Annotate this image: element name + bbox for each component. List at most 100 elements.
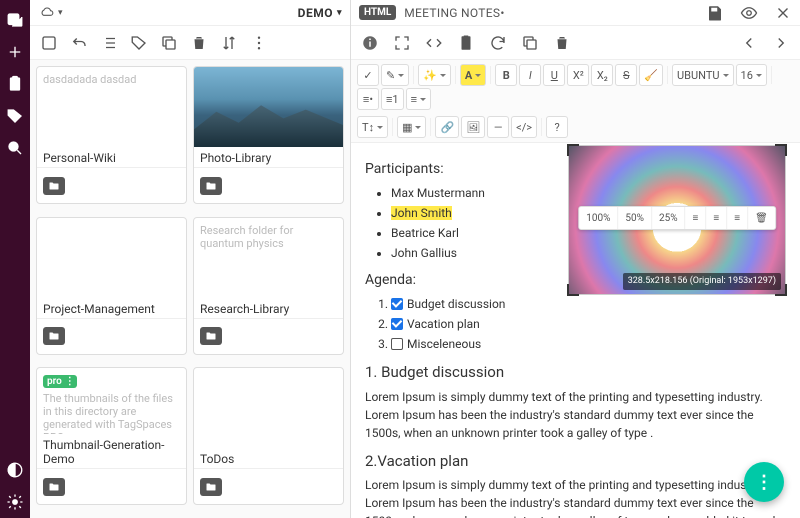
back-icon[interactable] (70, 34, 88, 52)
folder-card[interactable]: Research folder for quantum physics Rese… (193, 217, 344, 355)
card-title: Photo-Library (194, 147, 343, 167)
embedded-image[interactable]: 100% 50% 25% ≡ ≡ ≡ 🗑 328.5x218.156 (Orig… (568, 145, 786, 295)
align-dropdown[interactable]: ≡ (406, 88, 431, 110)
search-icon[interactable] (3, 136, 27, 160)
ol-button[interactable]: ≡1 (381, 88, 404, 110)
cloud-dropdown[interactable]: ▾ (38, 6, 63, 20)
image-button[interactable]: 🖼 (461, 116, 485, 138)
paste-icon[interactable] (457, 34, 475, 52)
doc-title: MEETING NOTES• (404, 6, 504, 20)
file-list-pane: ▾ DEMO▾ dasdadada dasdad Personal-Wiki P… (30, 0, 351, 518)
zoom-25[interactable]: 25% (652, 207, 686, 229)
pro-badge: pro⋮ (43, 375, 77, 388)
folder-card[interactable]: pro⋮ The thumbnails of the files in this … (36, 367, 187, 505)
folder-icon (43, 177, 65, 195)
file-grid: dasdadada dasdad Personal-Wiki Photo-Lib… (30, 60, 350, 518)
folder-icon (43, 478, 65, 496)
editor-pane: HTML MEETING NOTES• ✓ ✎ ✨ A B I U X² X₂ … (351, 0, 800, 518)
sort-icon[interactable] (220, 34, 238, 52)
text-dropdown[interactable]: T↕ (357, 116, 388, 138)
bold-button[interactable]: B (495, 64, 517, 86)
magic-dropdown[interactable]: ✨ (418, 64, 451, 86)
codeblock-button[interactable]: </> (511, 116, 537, 138)
theme-icon[interactable] (3, 458, 27, 482)
clipboard-icon[interactable] (3, 72, 27, 96)
file-toolbar (30, 26, 350, 60)
list-item: Misceleneous (391, 335, 786, 353)
ul-button[interactable]: ≡• (357, 88, 379, 110)
checkbox-icon[interactable] (391, 318, 403, 330)
folder-card[interactable]: Project-Management (36, 217, 187, 355)
doc-toolbar (351, 26, 800, 60)
font-dropdown[interactable]: UBUNTU (672, 64, 734, 86)
card-title: Thumbnail-Generation-Demo (37, 434, 186, 468)
doc-header: HTML MEETING NOTES• (351, 0, 800, 26)
folder-card[interactable]: Photo-Library (193, 66, 344, 204)
italic-button[interactable]: I (519, 64, 541, 86)
preview-icon[interactable] (740, 4, 758, 22)
save-icon[interactable] (706, 4, 724, 22)
style-dropdown[interactable]: ✎ (381, 64, 409, 86)
folder-icon (43, 327, 65, 345)
highlight-button[interactable]: A (460, 64, 486, 86)
copy-doc-icon[interactable] (521, 34, 539, 52)
filetype-badge: HTML (359, 5, 396, 20)
folder-card[interactable]: ToDos (193, 367, 344, 505)
fab-menu-button[interactable]: ⋮ (744, 462, 784, 502)
subscript-button[interactable]: X₂ (591, 64, 613, 86)
section-heading: 1. Budget discussion (365, 361, 786, 384)
fullscreen-icon[interactable] (393, 34, 411, 52)
prev-icon[interactable] (740, 34, 758, 52)
folder-card[interactable]: dasdadada dasdad Personal-Wiki (36, 66, 187, 204)
link-button[interactable]: 🔗 (435, 116, 459, 138)
help-button[interactable]: ? (546, 116, 568, 138)
remove-image-button[interactable]: 🗑 (748, 207, 775, 229)
card-title: Research-Library (194, 298, 343, 318)
card-subtitle: The thumbnails of the files in this dire… (43, 392, 173, 434)
card-title: Project-Management (37, 298, 186, 318)
tag-icon[interactable] (3, 104, 27, 128)
refresh-icon[interactable] (489, 34, 507, 52)
locations-icon[interactable] (3, 8, 27, 32)
trash-icon[interactable] (190, 34, 208, 52)
align-center-button[interactable]: ≡ (706, 207, 727, 229)
card-title: Personal-Wiki (37, 147, 186, 167)
info-icon[interactable] (361, 34, 379, 52)
hr-button[interactable]: — (487, 116, 509, 138)
superscript-button[interactable]: X² (567, 64, 589, 86)
delete-icon[interactable] (553, 34, 571, 52)
checkbox-icon[interactable] (391, 338, 403, 350)
add-icon[interactable] (3, 40, 27, 64)
close-icon[interactable] (774, 4, 792, 22)
check-button[interactable]: ✓ (357, 64, 379, 86)
folder-icon (200, 478, 222, 496)
document-body[interactable]: 100% 50% 25% ≡ ≡ ≡ 🗑 328.5x218.156 (Orig… (351, 143, 800, 518)
copy-icon[interactable] (160, 34, 178, 52)
next-icon[interactable] (772, 34, 790, 52)
select-all-checkbox[interactable] (40, 34, 58, 52)
strike-button[interactable]: S (615, 64, 637, 86)
tag-tool-icon[interactable] (130, 34, 148, 52)
list-item: Budget discussion (391, 295, 786, 313)
card-subtitle: Research folder for quantum physics (194, 218, 343, 298)
underline-button[interactable]: U (543, 64, 565, 86)
card-thumbnail (194, 67, 343, 147)
list-view-icon[interactable] (100, 34, 118, 52)
code-icon[interactable] (425, 34, 443, 52)
size-dropdown[interactable]: 16 (736, 64, 767, 86)
settings-icon[interactable] (3, 490, 27, 514)
align-left-button[interactable]: ≡ (686, 207, 707, 229)
align-right-button[interactable]: ≡ (727, 207, 748, 229)
image-dimensions: 328.5x218.156 (Original: 1953x1297) (623, 273, 781, 291)
card-subtitle: dasdadada dasdad (37, 67, 186, 147)
zoom-50[interactable]: 50% (618, 207, 652, 229)
location-name[interactable]: DEMO▾ (298, 6, 342, 20)
clear-format-button[interactable]: 🧹 (639, 64, 663, 86)
list-item: Vacation plan (391, 315, 786, 333)
checkbox-icon[interactable] (391, 298, 403, 310)
agenda-list: Budget discussion Vacation plan Miscelen… (365, 295, 786, 353)
image-resize-toolbar: 100% 50% 25% ≡ ≡ ≡ 🗑 (578, 206, 776, 230)
more-icon[interactable] (250, 34, 268, 52)
paragraph: Lorem Ipsum is simply dummy text of the … (365, 476, 786, 518)
table-dropdown[interactable]: ▦ (397, 116, 426, 138)
